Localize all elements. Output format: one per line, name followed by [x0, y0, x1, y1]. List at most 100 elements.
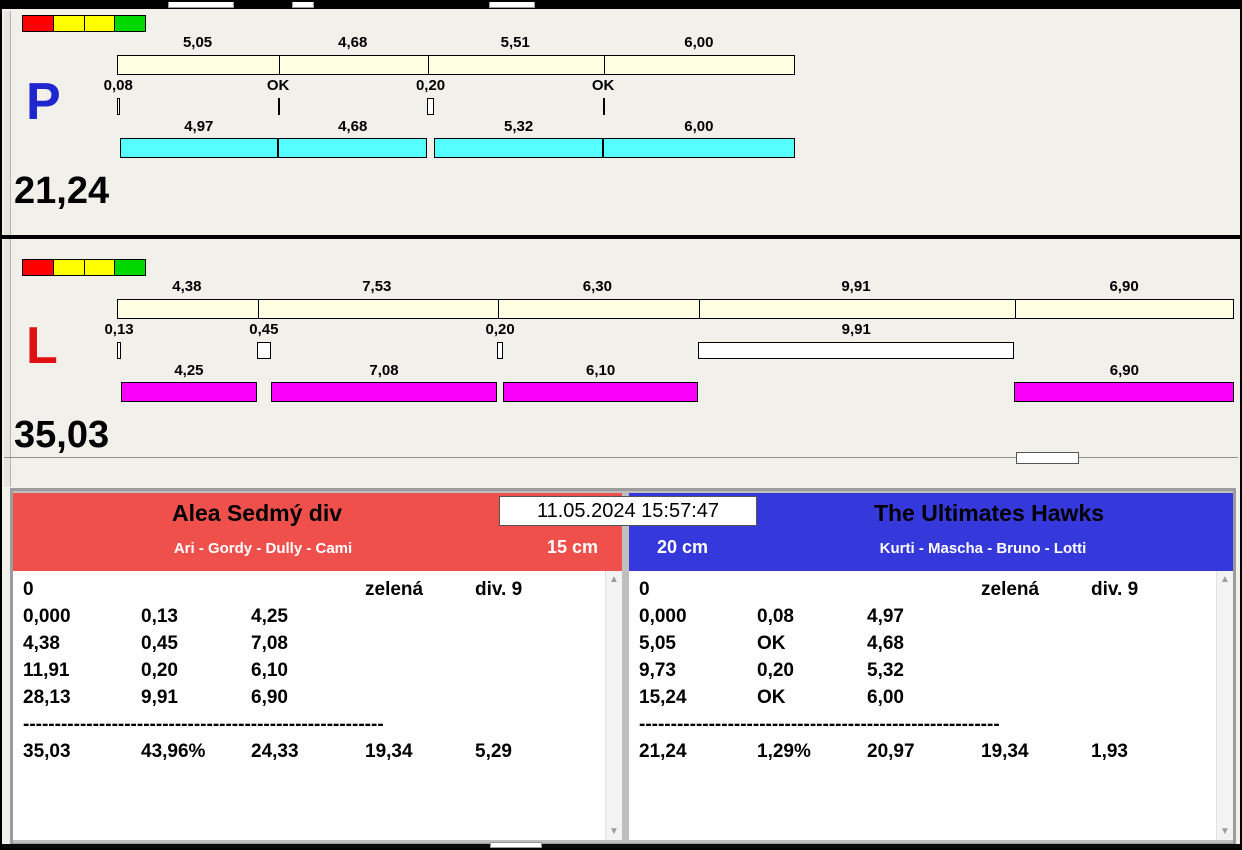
- result-cell: OK: [757, 633, 786, 654]
- scroll-down-icon[interactable]: ▼: [1217, 826, 1233, 837]
- segment-length-label: 6,90: [1109, 278, 1139, 295]
- segment-divider: [257, 300, 259, 318]
- piece-bar: [278, 138, 428, 158]
- team-left-panel: Alea Sedmý div Ari - Gordy - Dully - Cam…: [13, 493, 622, 840]
- segment-length-label: 4,38: [172, 278, 202, 295]
- status-traffic-light: [22, 259, 146, 276]
- result-row: 5,05 OK 4,68: [629, 633, 1215, 660]
- result-cell: 24,33: [251, 741, 299, 762]
- piece-length-label: 4,68: [338, 118, 368, 135]
- result-cell: 5,32: [867, 660, 904, 681]
- result-cell: 0: [23, 579, 34, 600]
- window-artifact: [168, 2, 234, 8]
- team-right-players: Kurti - Mascha - Bruno - Lotti: [879, 540, 1087, 557]
- piece-bar: [271, 382, 497, 402]
- segment-divider: [698, 300, 700, 318]
- team-right-results[interactable]: 0 zelená div. 9 0,000 0,08 4,97 5,05 OK 4,68 9,73…: [629, 571, 1233, 840]
- result-cell: 0,000: [639, 606, 687, 627]
- status-cell: [115, 260, 145, 275]
- piece-bar: [121, 382, 257, 402]
- result-cell: 9,73: [639, 660, 676, 681]
- team-left-ball-size: 15 cm: [546, 537, 598, 557]
- result-row: 9,73 0,20 5,32: [629, 660, 1215, 687]
- result-row: 35,03 43,96% 24,33 19,34 5,29: [13, 741, 604, 768]
- result-cell: 20,97: [867, 741, 915, 762]
- gap-box: [117, 342, 122, 359]
- result-cell: 19,34: [365, 741, 413, 762]
- piece-length-label: 4,97: [184, 118, 214, 135]
- team-left-scrollbar[interactable]: ▲ ▼: [605, 571, 622, 840]
- segment-length-label: 6,00: [684, 34, 714, 51]
- lane-total: 21,24: [14, 170, 110, 212]
- team-left-results[interactable]: 0 zelená div. 9 0,000 0,13 4,25 4,38 0,45 7,08 11…: [13, 571, 622, 840]
- piece-length-label: 5,32: [504, 118, 534, 135]
- segment-length-label: 5,05: [182, 34, 213, 51]
- result-row: ----------------------------------------…: [23, 714, 384, 735]
- team-right-ball-size: 20 cm: [657, 537, 709, 557]
- reference-bar: [117, 55, 795, 75]
- result-row: 15,24 OK 6,00: [629, 687, 1215, 714]
- gap-box: [427, 98, 434, 115]
- piece-bar: [1014, 382, 1235, 402]
- joint-tick: [278, 98, 281, 115]
- team-right-name: The Ultimates Hawks: [873, 500, 1105, 526]
- result-row: ----------------------------------------…: [639, 714, 1000, 735]
- result-cell: zelená: [981, 579, 1040, 600]
- scroll-up-icon[interactable]: ▲: [1217, 574, 1233, 585]
- lane-panel-p: P 21,24 5,05 4,68 5,51 6,00 0,08 OK 0,20 OK 4,97 4,…: [2, 10, 1240, 234]
- result-cell: div. 9: [475, 579, 523, 600]
- piece-length-label: 4,25: [174, 362, 204, 379]
- team-right-panel: The Ultimates Hawks Kurti - Mascha - Bru…: [629, 493, 1233, 840]
- status-traffic-light: [22, 15, 146, 32]
- result-cell: 0,20: [757, 660, 794, 681]
- result-cell: 6,10: [251, 660, 288, 681]
- team-left-players: Ari - Gordy - Dully - Cami: [173, 540, 353, 557]
- gap-label: 0,13: [104, 321, 134, 338]
- scroll-down-icon[interactable]: ▼: [606, 826, 622, 837]
- piece-length-label: 6,90: [1109, 362, 1139, 379]
- status-cell: [84, 260, 116, 275]
- gap-label: 0,08: [103, 77, 133, 94]
- gap-box: [698, 342, 1015, 359]
- segment-divider: [604, 56, 606, 74]
- piece-bar: [433, 138, 604, 158]
- result-cell: 0,08: [757, 606, 794, 627]
- result-cell: 0,20: [141, 660, 178, 681]
- lane-letter: L: [26, 317, 58, 375]
- measurement-app-window: P 21,24 5,05 4,68 5,51 6,00 0,08 OK 0,20 OK 4,97 4,…: [0, 0, 1242, 850]
- window-top-edge: [2, 2, 1240, 9]
- gap-label: OK: [591, 77, 615, 94]
- score-board: Alea Sedmý div Ari - Gordy - Dully - Cam…: [10, 488, 1236, 846]
- result-cell: 0,13: [141, 606, 178, 627]
- result-cell: 4,25: [251, 606, 288, 627]
- result-cell: 0: [639, 579, 650, 600]
- team-right-scrollbar[interactable]: ▲ ▼: [1216, 571, 1233, 840]
- lane-panel-l: L 35,03 4,38 7,53 6,30 9,91 6,90 0,13 0,45 0,20 9,…: [2, 254, 1240, 480]
- window-artifact: [292, 2, 314, 8]
- result-row: 11,91 0,20 6,10: [13, 660, 604, 687]
- gap-label: 0,20: [485, 321, 515, 338]
- team-right-rows: 0 zelená div. 9 0,000 0,08 4,97 5,05 OK 4,68 9,73…: [629, 579, 1215, 840]
- result-cell: 15,24: [639, 687, 687, 708]
- lane-total: 35,03: [14, 414, 110, 456]
- status-cell: [23, 16, 54, 31]
- team-left-name: Alea Sedmý div: [171, 500, 343, 526]
- gap-label: 0,20: [415, 77, 446, 94]
- result-row: 4,38 0,45 7,08: [13, 633, 604, 660]
- piece-bar: [503, 382, 698, 402]
- result-cell: OK: [757, 687, 786, 708]
- result-row: 21,24 1,29% 20,97 19,34 1,93: [629, 741, 1215, 768]
- result-cell: 11,91: [23, 660, 70, 681]
- gap-box: [117, 98, 120, 115]
- segment-length-label: 4,68: [338, 34, 368, 51]
- result-row: 0,000 0,13 4,25: [13, 606, 604, 633]
- result-cell: 21,24: [639, 741, 687, 762]
- status-cell: [53, 16, 85, 31]
- panel-divider: [2, 235, 1240, 239]
- result-cell: 1,93: [1091, 741, 1128, 762]
- gap-box: [256, 342, 272, 359]
- status-cell: [23, 260, 54, 275]
- result-cell: 0,45: [141, 633, 178, 654]
- result-cell: 28,13: [23, 687, 71, 708]
- scroll-up-icon[interactable]: ▲: [606, 574, 622, 585]
